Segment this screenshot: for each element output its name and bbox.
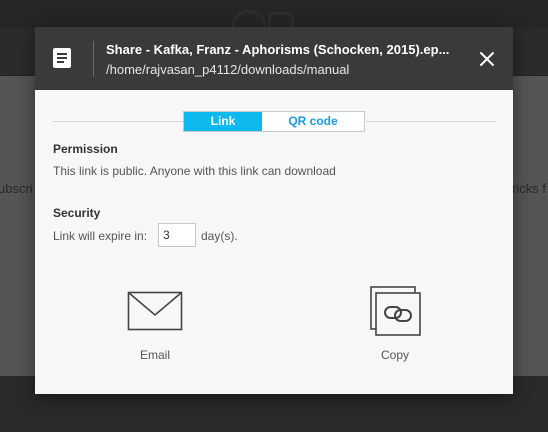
file-path: /home/rajvasan_p4112/downloads/manual	[106, 62, 350, 77]
email-button[interactable]: Email	[105, 289, 205, 367]
copy-label: Copy	[380, 348, 409, 362]
background-text-left: ubscri	[0, 181, 33, 196]
share-dialog: Share - Kafka, Franz - Aphorisms (Schock…	[35, 27, 513, 394]
header-divider	[93, 41, 94, 77]
dialog-title: Share - Kafka, Franz - Aphorisms (Schock…	[106, 42, 450, 57]
copy-button[interactable]: Copy	[345, 286, 445, 367]
close-button[interactable]	[479, 51, 495, 67]
email-label: Email	[139, 348, 170, 362]
security-title: Security	[53, 206, 101, 220]
expire-unit: day(s).	[201, 229, 238, 243]
tab-divider-right	[366, 121, 496, 122]
copy-link-icon	[345, 285, 445, 337]
expire-days-input[interactable]	[158, 223, 196, 247]
dialog-header: Share - Kafka, Franz - Aphorisms (Schock…	[35, 27, 513, 90]
permission-text: This link is public. Anyone with this li…	[53, 164, 336, 178]
close-icon	[480, 52, 494, 66]
permission-title: Permission	[53, 142, 118, 156]
expire-label: Link will expire in:	[53, 229, 148, 243]
tab-qr-code[interactable]: QR code	[262, 112, 364, 131]
envelope-icon	[105, 289, 205, 333]
share-tabs: Link QR code	[183, 111, 365, 132]
background-text-right: ricks f	[512, 181, 546, 196]
tab-divider-left	[53, 121, 183, 122]
tab-link[interactable]: Link	[184, 112, 262, 131]
document-icon	[53, 48, 71, 68]
